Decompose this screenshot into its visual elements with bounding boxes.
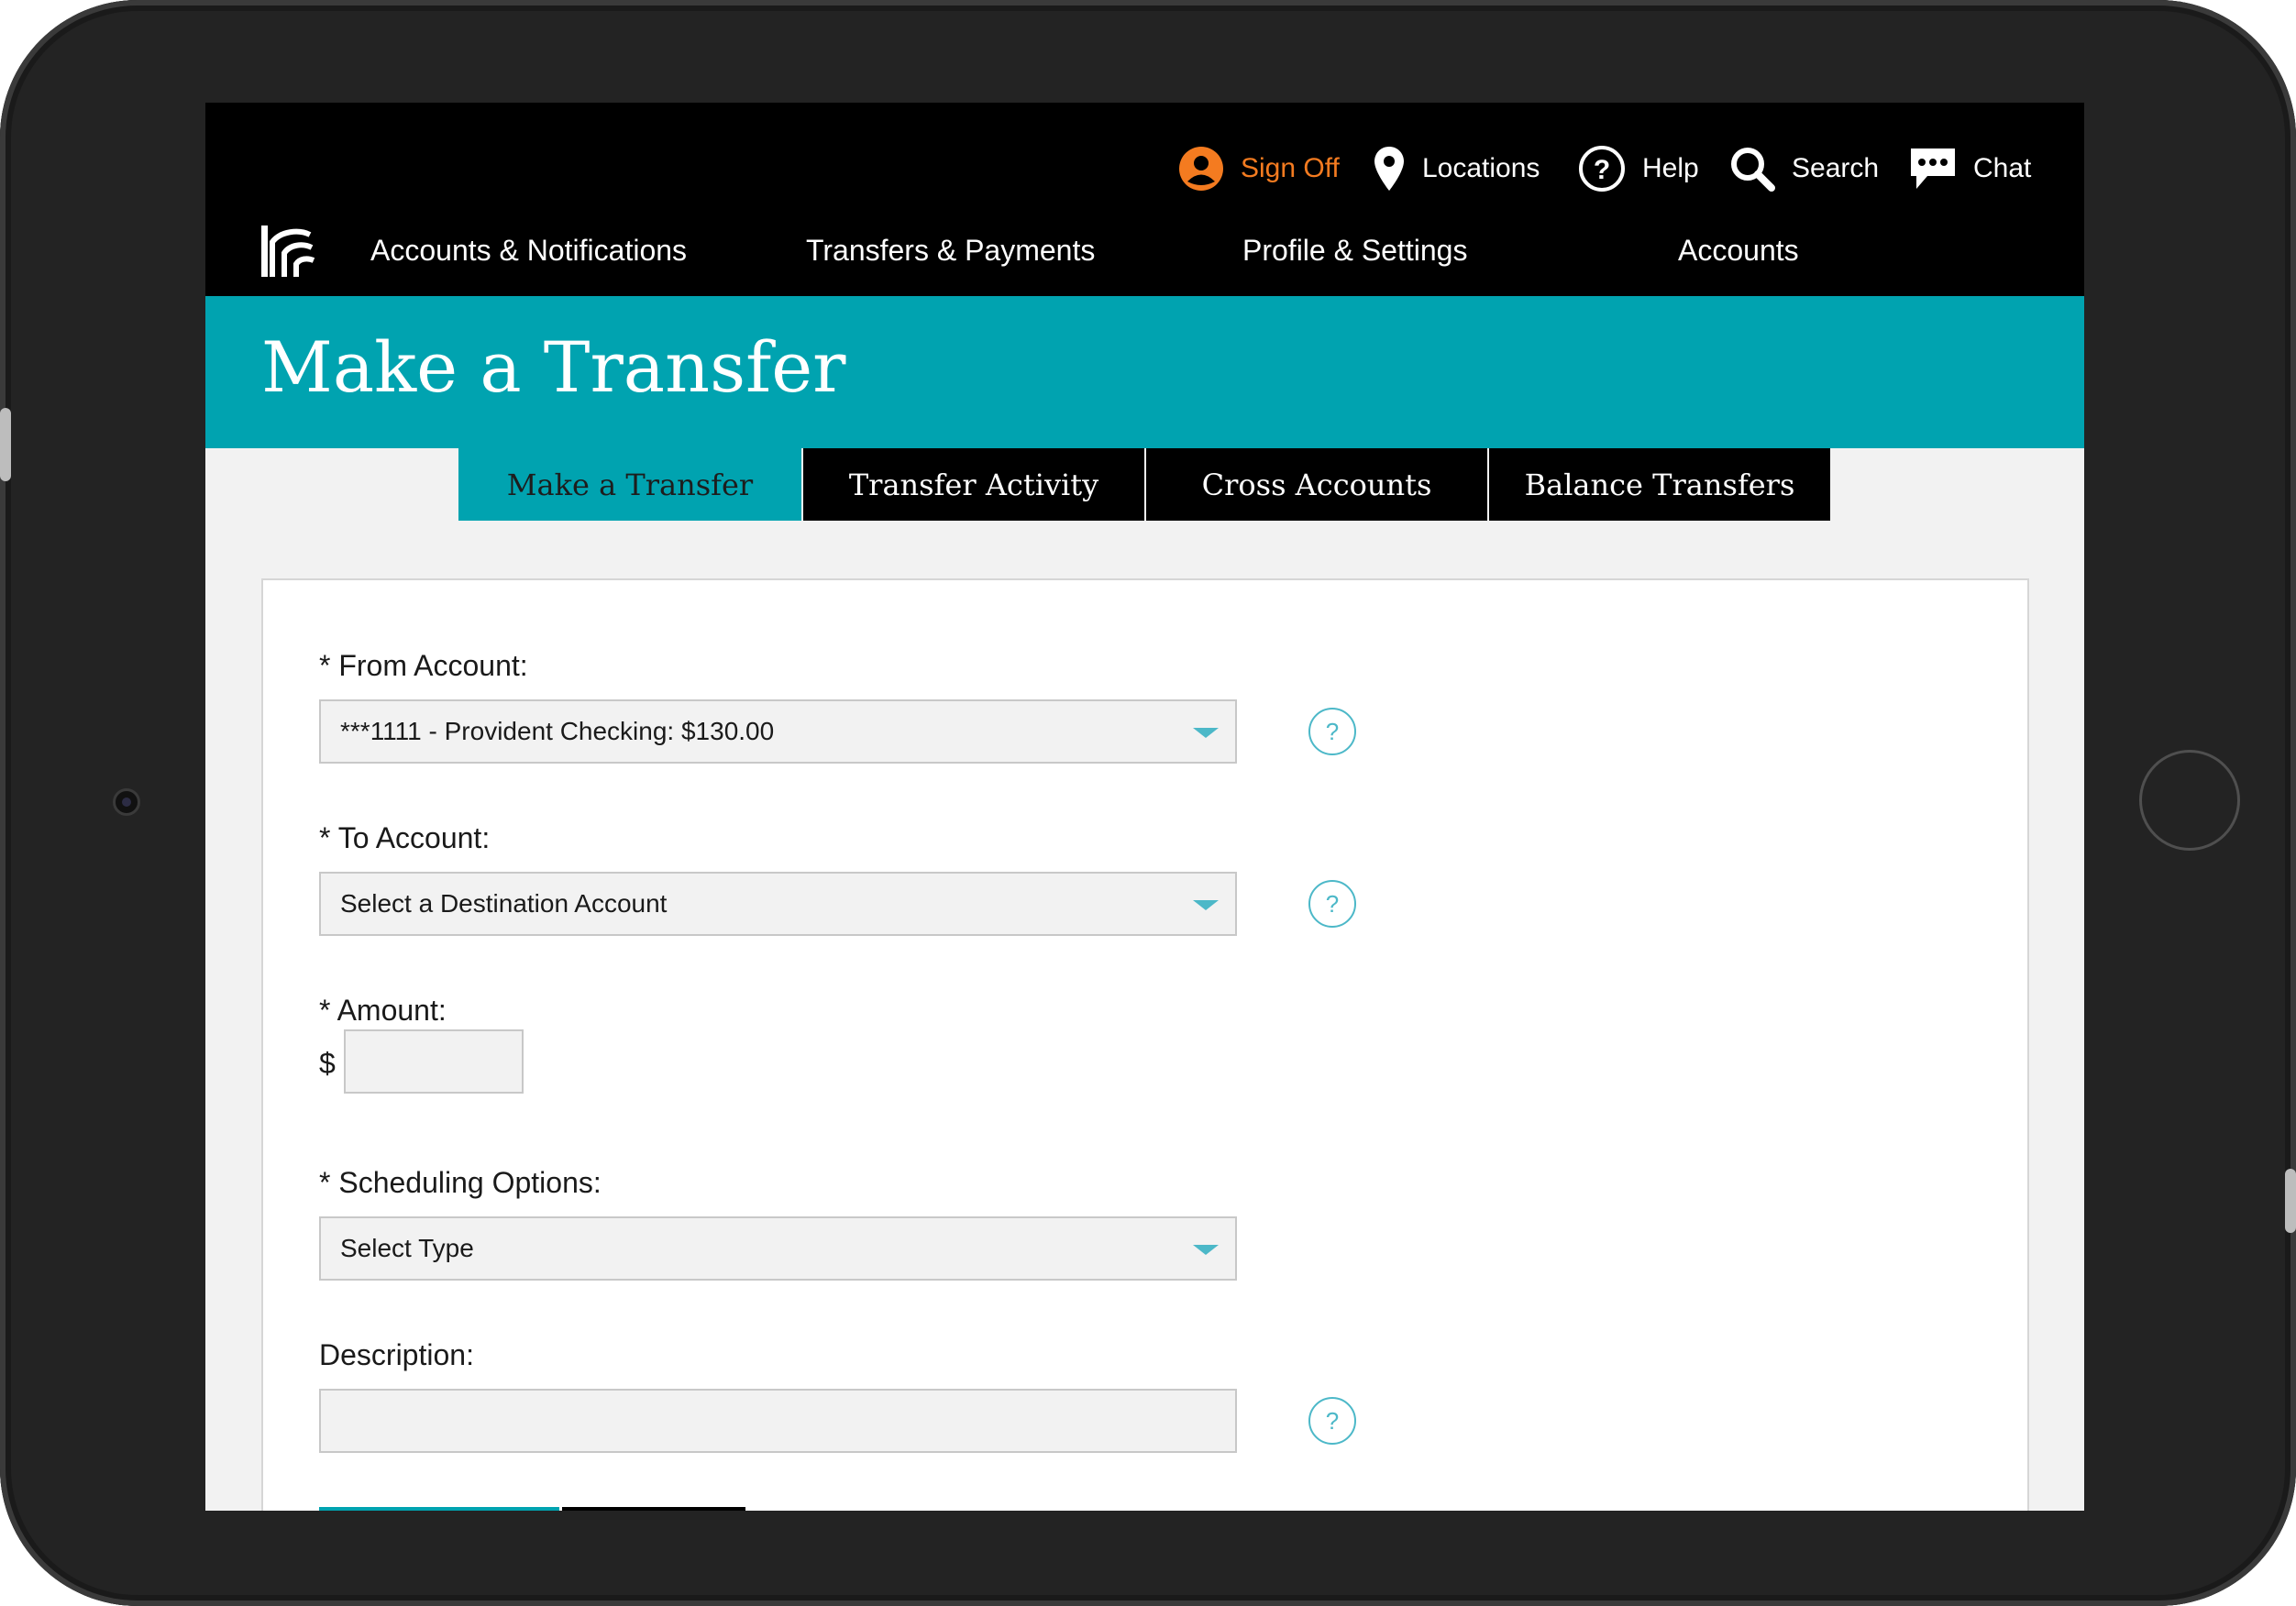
scheduling-options-label: * Scheduling Options: (319, 1166, 602, 1199)
from-account-label: * From Account: (319, 649, 528, 682)
chat-bubble-icon (1909, 145, 1957, 192)
tab-transfer-activity[interactable]: Transfer Activity (801, 448, 1144, 521)
locations-link[interactable]: Locations (1373, 139, 1540, 198)
nav-accounts-notifications[interactable]: Accounts & Notifications (370, 236, 687, 265)
page-title-banner: Make a Transfer (205, 296, 2084, 448)
currency-symbol: $ (319, 1047, 336, 1080)
submit-button[interactable] (319, 1507, 559, 1511)
sign-off-label: Sign Off (1241, 153, 1340, 183)
from-account-help-icon[interactable]: ? (1308, 708, 1356, 755)
description-input[interactable] (319, 1389, 1237, 1453)
scheduling-options-select[interactable]: Select Type (319, 1216, 1237, 1281)
chevron-down-icon (1193, 900, 1219, 910)
tablet-side-button (2285, 1169, 2296, 1233)
transfer-form: * From Account: ***1111 - Provident Chec… (261, 578, 2029, 1511)
help-link[interactable]: ? Help (1578, 139, 1699, 198)
tab-cross-accounts[interactable]: Cross Accounts (1144, 448, 1487, 521)
page-title: Make a Transfer (261, 326, 846, 408)
from-account-select[interactable]: ***1111 - Provident Checking: $130.00 (319, 699, 1237, 764)
to-account-label: * To Account: (319, 821, 491, 854)
site-header: Sign Off Locations ? Help Search Chat Ac… (205, 103, 2084, 296)
svg-text:?: ? (1594, 155, 1610, 185)
chevron-down-icon (1193, 1245, 1219, 1255)
chat-label: Chat (1973, 153, 2032, 183)
transfer-tabs: Make a Transfer Transfer Activity Cross … (458, 448, 1830, 521)
tab-make-a-transfer[interactable]: Make a Transfer (458, 448, 801, 521)
nav-profile-settings[interactable]: Profile & Settings (1242, 236, 1467, 265)
description-label: Description: (319, 1338, 474, 1371)
to-account-value: Select a Destination Account (340, 889, 668, 918)
nav-accounts[interactable]: Accounts (1678, 236, 1799, 265)
chevron-down-icon (1193, 728, 1219, 738)
brand-logo[interactable] (260, 222, 317, 279)
search-link[interactable]: Search (1729, 139, 1879, 198)
map-pin-icon (1373, 145, 1406, 192)
search-icon (1729, 146, 1775, 192)
tablet-home-button (2139, 750, 2240, 851)
to-account-select[interactable]: Select a Destination Account (319, 872, 1237, 936)
tablet-side-button (0, 408, 11, 481)
user-circle-icon (1178, 146, 1224, 192)
question-circle-icon: ? (1578, 145, 1626, 192)
sign-off-link[interactable]: Sign Off (1178, 139, 1340, 198)
tablet-frame: Sign Off Locations ? Help Search Chat Ac… (0, 0, 2296, 1606)
from-account-value: ***1111 - Provident Checking: $130.00 (340, 717, 775, 745)
tab-balance-transfers[interactable]: Balance Transfers (1487, 448, 1830, 521)
amount-label: * Amount: (319, 994, 447, 1027)
cancel-button[interactable] (562, 1507, 745, 1511)
amount-input[interactable] (344, 1029, 524, 1094)
nav-transfers-payments[interactable]: Transfers & Payments (806, 236, 1095, 265)
to-account-help-icon[interactable]: ? (1308, 880, 1356, 928)
search-label: Search (1792, 153, 1880, 183)
app-screen: Sign Off Locations ? Help Search Chat Ac… (205, 103, 2084, 1511)
locations-label: Locations (1422, 153, 1540, 183)
scheduling-options-value: Select Type (340, 1234, 474, 1262)
description-help-icon[interactable]: ? (1308, 1397, 1356, 1445)
tablet-camera (113, 788, 140, 816)
chat-link[interactable]: Chat (1909, 139, 2031, 198)
help-label: Help (1642, 153, 1699, 183)
